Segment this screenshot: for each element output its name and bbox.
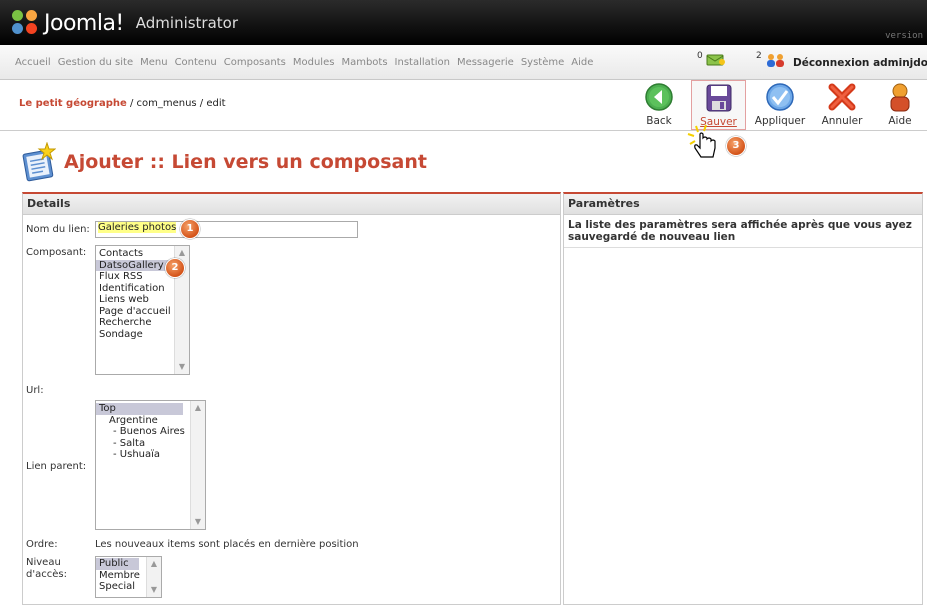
url-label: Url:: [26, 385, 44, 396]
scroll-up-icon[interactable]: ▲: [176, 247, 188, 259]
access-label-line1: Niveau: [26, 557, 61, 568]
page-title: Ajouter :: Lien vers un composant: [64, 151, 427, 173]
users-indicator[interactable]: 2: [756, 51, 787, 67]
link-name-input[interactable]: Galeries photos: [95, 221, 358, 238]
breadcrumb: Le petit géographe / com_menus / edit: [19, 98, 226, 109]
menu-item[interactable]: Modules: [293, 57, 335, 68]
help-person-icon: [884, 82, 916, 112]
logout-link[interactable]: Déconnexion adminjdo: [793, 57, 927, 69]
menu-item[interactable]: Installation: [395, 57, 450, 68]
parent-option[interactable]: Top: [96, 403, 183, 415]
document-star-icon: [22, 142, 56, 182]
main-menu-bar: Accueil Gestion du site Menu Contenu Composa…: [0, 45, 927, 80]
params-message: La liste des paramètres sera affichée ap…: [564, 215, 922, 248]
menu-item[interactable]: Aide: [571, 57, 593, 68]
users-icon: [766, 54, 784, 67]
parent-option[interactable]: - Salta: [96, 438, 205, 450]
access-listbox[interactable]: Public Membre Special ▲ ▼: [95, 556, 162, 598]
params-heading: Paramètres: [564, 194, 922, 215]
menu-item[interactable]: Système: [521, 57, 564, 68]
page-title-row: Ajouter :: Lien vers un composant: [22, 142, 427, 182]
parent-listbox[interactable]: Top Argentine - Buenos Aires - Salta - Ushua…: [95, 400, 206, 530]
breadcrumb-site[interactable]: Le petit géographe: [19, 98, 127, 109]
menu-item[interactable]: Composants: [224, 57, 286, 68]
version-label: version: [885, 31, 923, 41]
back-label: Back: [646, 115, 672, 127]
cursor-hand-icon: [687, 124, 716, 158]
apply-label: Appliquer: [754, 115, 806, 127]
scroll-up-icon[interactable]: ▲: [192, 402, 204, 414]
scroll-down-icon[interactable]: ▼: [176, 361, 188, 373]
cancel-x-icon: [826, 82, 858, 112]
menu-item[interactable]: Gestion du site: [58, 57, 133, 68]
messages-count: 0: [697, 51, 703, 61]
cancel-button[interactable]: Annuler: [817, 80, 867, 128]
menu-item[interactable]: Messagerie: [457, 57, 514, 68]
cancel-label: Annuler: [821, 115, 863, 127]
menu-item[interactable]: Accueil: [15, 57, 51, 68]
scroll-up-icon[interactable]: ▲: [148, 558, 160, 570]
checkmark-icon: [764, 82, 796, 112]
apply-button[interactable]: Appliquer: [752, 80, 808, 128]
help-label: Aide: [888, 115, 912, 127]
back-button[interactable]: Back: [636, 80, 682, 128]
menu-item[interactable]: Contenu: [175, 57, 217, 68]
back-icon: [643, 82, 675, 112]
menu-item[interactable]: Mambots: [341, 57, 387, 68]
save-button[interactable]: Sauver: [691, 80, 746, 130]
app-header: Joomla! Administrator version: [0, 0, 927, 45]
menu-item[interactable]: Menu: [140, 57, 167, 68]
users-count: 2: [756, 51, 762, 61]
link-name-value: Galeries photos: [98, 222, 177, 233]
joomla-logo-icon: [12, 10, 40, 36]
access-option[interactable]: Public: [96, 558, 139, 570]
save-icon: [703, 83, 735, 113]
link-name-label: Nom du lien:: [26, 224, 90, 235]
access-scrollbar[interactable]: ▲ ▼: [146, 557, 161, 597]
access-label-line2: d'accès:: [26, 569, 67, 580]
scroll-down-icon[interactable]: ▼: [192, 516, 204, 528]
scroll-down-icon[interactable]: ▼: [148, 584, 160, 596]
logo-text: Joomla!: [44, 10, 124, 36]
parent-option[interactable]: - Buenos Aires: [96, 426, 205, 438]
joomla-logo[interactable]: Joomla! Administrator: [12, 8, 238, 38]
step-badge-1: 1: [180, 219, 200, 239]
details-heading: Details: [23, 194, 560, 215]
parent-label: Lien parent:: [26, 461, 87, 472]
order-label: Ordre:: [26, 539, 58, 550]
parent-scrollbar[interactable]: ▲ ▼: [190, 401, 205, 529]
step-badge-3: 3: [726, 136, 746, 156]
order-text: Les nouveaux items sont placés en derniè…: [95, 539, 359, 550]
main-menu: Accueil Gestion du site Menu Contenu Composa…: [15, 57, 593, 68]
parent-option[interactable]: Argentine: [96, 415, 205, 427]
logo-subtitle: Administrator: [135, 14, 239, 32]
component-label: Composant:: [26, 247, 87, 258]
params-panel: Paramètres La liste des paramètres sera …: [563, 192, 923, 605]
mail-icon: [706, 54, 725, 66]
help-button[interactable]: Aide: [876, 80, 924, 128]
parent-option[interactable]: - Ushuaïa: [96, 449, 205, 461]
step-badge-2: 2: [165, 258, 185, 278]
messages-indicator[interactable]: 0: [697, 51, 726, 67]
breadcrumb-path: / com_menus / edit: [126, 98, 226, 109]
toolbar-row: Le petit géographe / com_menus / edit Ba…: [0, 80, 927, 131]
